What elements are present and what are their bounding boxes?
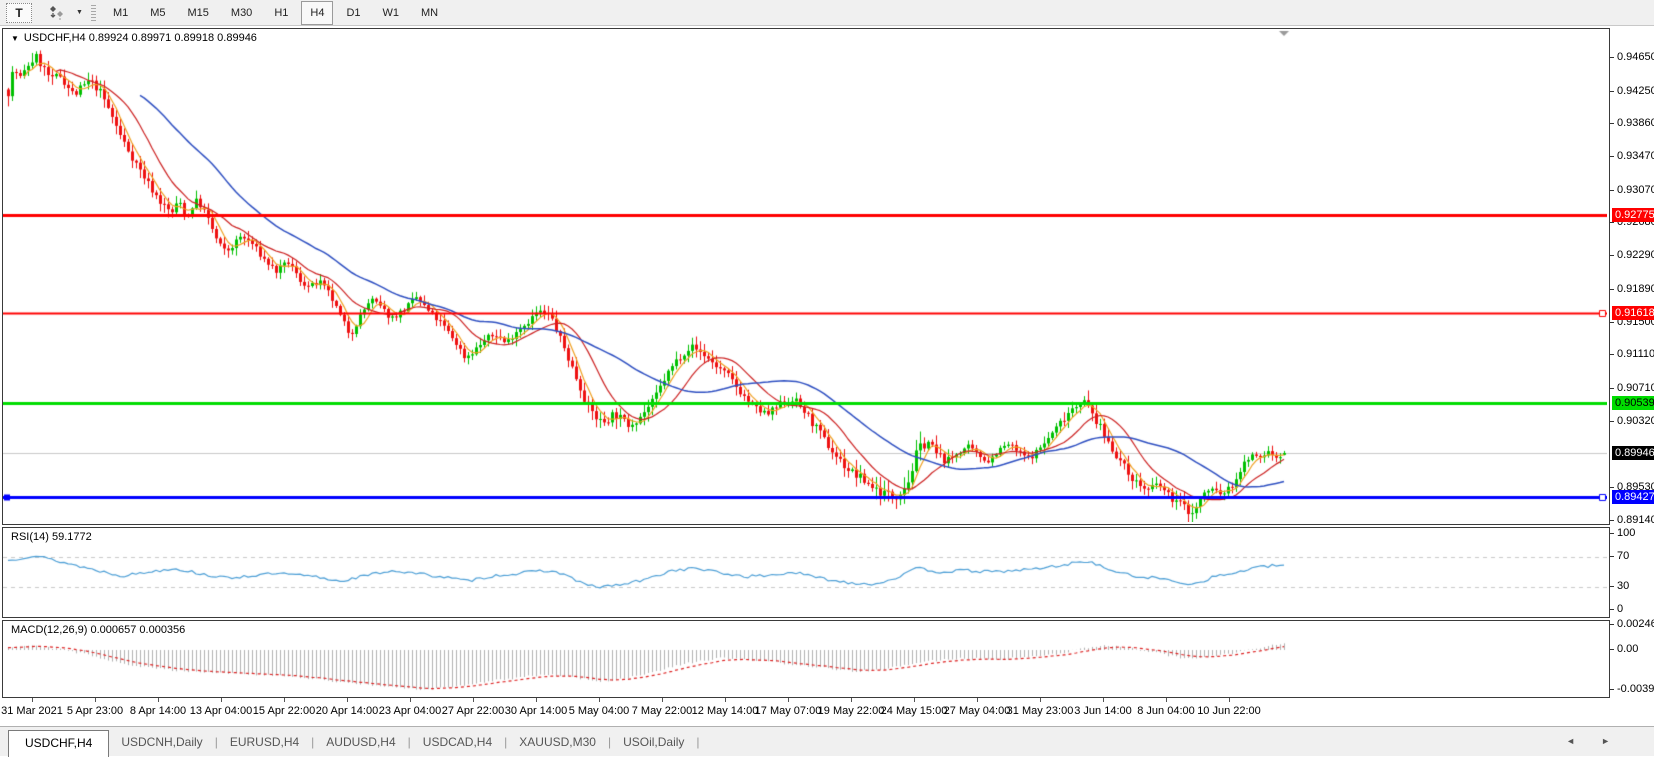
hline-price-badge: 0.91618 — [1612, 305, 1654, 320]
time-tick-label: 31 May 23:00 — [1006, 705, 1074, 717]
time-tick-label: 10 Jun 22:00 — [1197, 705, 1261, 717]
time-tick — [788, 698, 789, 702]
top-toolbar: T ▼ M1 M5 M15 M30 H1 H4 D1 W1 MN — [0, 0, 1654, 26]
time-tick — [1040, 698, 1041, 702]
time-tick — [599, 698, 600, 702]
chart-tab-eurusd[interactable]: EURUSD,H4 — [218, 730, 311, 756]
timeframe-button-m30[interactable]: M30 — [222, 1, 261, 25]
time-tick — [1229, 698, 1230, 702]
toolbar-grip-handle[interactable] — [90, 4, 96, 21]
rsi-canvas[interactable] — [3, 528, 1607, 615]
timeframe-button-m5[interactable]: M5 — [141, 1, 174, 25]
chart-title: ▼ USDCHF,H4 0.89924 0.89971 0.89918 0.899… — [11, 32, 257, 44]
time-tick-label: 12 May 14:00 — [691, 705, 759, 717]
chart-tab-usdchf[interactable]: USDCHF,H4 — [8, 730, 110, 757]
time-tick — [977, 698, 978, 702]
timeframe-button-m1[interactable]: M1 — [104, 1, 137, 25]
chart-tab-audusd[interactable]: AUDUSD,H4 — [314, 730, 407, 756]
hline-price-badge: 0.92775 — [1612, 208, 1654, 223]
chevron-down-icon[interactable]: ▼ — [76, 9, 83, 16]
timeframe-button-h1[interactable]: H1 — [265, 1, 297, 25]
timeframe-button-mn[interactable]: MN — [412, 1, 447, 25]
timeframe-button-h4[interactable]: H4 — [301, 0, 334, 25]
text-label-tool-button[interactable]: T — [6, 2, 32, 23]
time-tick — [284, 698, 285, 702]
time-tick-label: 24 May 15:00 — [880, 705, 948, 717]
time-tick — [914, 698, 915, 702]
time-tick-label: 27 Apr 22:00 — [441, 705, 505, 717]
time-tick — [347, 698, 348, 702]
macd-indicator-panel[interactable]: MACD(12,26,9) 0.000657 0.000356 — [2, 620, 1610, 698]
timeframe-button-group: M1 M5 M15 M30 H1 H4 D1 W1 MN — [102, 0, 449, 25]
last-price-badge: 0.89946 — [1612, 446, 1654, 460]
tab-scroll-arrows: ◄► — [1566, 736, 1636, 746]
time-tick-label: 31 Mar 2021 — [1, 705, 63, 717]
time-tick-label: 8 Jun 04:00 — [1137, 705, 1195, 717]
chart-title-text: USDCHF,H4 0.89924 0.89971 0.89918 0.8994… — [23, 32, 257, 44]
time-tick — [32, 698, 33, 702]
time-tick-label: 19 May 22:00 — [817, 705, 885, 717]
time-tick-label: 27 May 04:00 — [943, 705, 1011, 717]
chart-tab-xauusd[interactable]: XAUUSD,M30 — [507, 730, 608, 756]
symbol-dropdown-icon[interactable]: ▼ — [11, 34, 19, 43]
timeframe-button-m15[interactable]: M15 — [179, 1, 218, 25]
price-chart-canvas[interactable] — [3, 29, 1607, 522]
hline-price-badge: 0.89427 — [1612, 489, 1654, 504]
time-tick — [1103, 698, 1104, 702]
time-tick-label: 17 May 07:00 — [754, 705, 822, 717]
time-tick-label: 7 May 22:00 — [631, 705, 693, 717]
time-tick — [95, 698, 96, 702]
main-chart-panel[interactable]: ▼ USDCHF,H4 0.89924 0.89971 0.89918 0.899… — [2, 28, 1610, 525]
time-tick — [158, 698, 159, 702]
chart-tab-usdcnh[interactable]: USDCNH,Daily — [109, 730, 214, 756]
time-tick — [725, 698, 726, 702]
time-tick-label: 8 Apr 14:00 — [129, 705, 187, 717]
tab-scroll-left-icon[interactable]: ◄ — [1566, 736, 1601, 746]
time-tick — [410, 698, 411, 702]
time-tick-label: 5 May 04:00 — [568, 705, 630, 717]
timeframe-button-w1[interactable]: W1 — [374, 1, 409, 25]
time-tick-label: 5 Apr 23:00 — [66, 705, 124, 717]
timeframe-button-d1[interactable]: D1 — [337, 1, 369, 25]
macd-label: MACD(12,26,9) 0.000657 0.000356 — [11, 624, 186, 636]
time-axis[interactable]: 31 Mar 2021 5 Apr 23:00 8 Apr 14:00 13 Apr … — [1, 698, 1610, 724]
chart-tab-usdcad[interactable]: USDCAD,H4 — [411, 730, 504, 756]
time-tick — [662, 698, 663, 702]
time-tick — [473, 698, 474, 702]
time-tick-label: 3 Jun 14:00 — [1074, 705, 1132, 717]
hline-price-badge: 0.90539 — [1612, 396, 1654, 411]
tab-scroll-right-icon[interactable]: ► — [1601, 736, 1636, 746]
rsi-label: RSI(14) 59.1772 — [11, 531, 92, 543]
chart-tab-bar: USDCHF,H4 USDCNH,Daily | EURUSD,H4 | AUDUSD,H… — [0, 726, 1654, 757]
time-tick-label: 30 Apr 14:00 — [504, 705, 568, 717]
time-tick — [536, 698, 537, 702]
time-tick-label: 20 Apr 14:00 — [315, 705, 379, 717]
time-tick-label: 13 Apr 04:00 — [189, 705, 253, 717]
arrows-diamond-icon[interactable] — [41, 4, 73, 22]
macd-canvas[interactable] — [3, 621, 1607, 695]
time-tick — [221, 698, 222, 702]
price-axis[interactable]: 0.946500.942500.938600.934700.930700.926… — [1610, 28, 1654, 698]
time-tick — [851, 698, 852, 702]
chart-tab-usoil[interactable]: USOil,Daily — [611, 730, 696, 756]
time-tick-label: 23 Apr 04:00 — [378, 705, 442, 717]
tab-separator: | — [696, 735, 700, 749]
time-tick — [1166, 698, 1167, 702]
rsi-indicator-panel[interactable]: RSI(14) 59.1772 — [2, 527, 1610, 618]
time-tick-label: 15 Apr 22:00 — [252, 705, 316, 717]
